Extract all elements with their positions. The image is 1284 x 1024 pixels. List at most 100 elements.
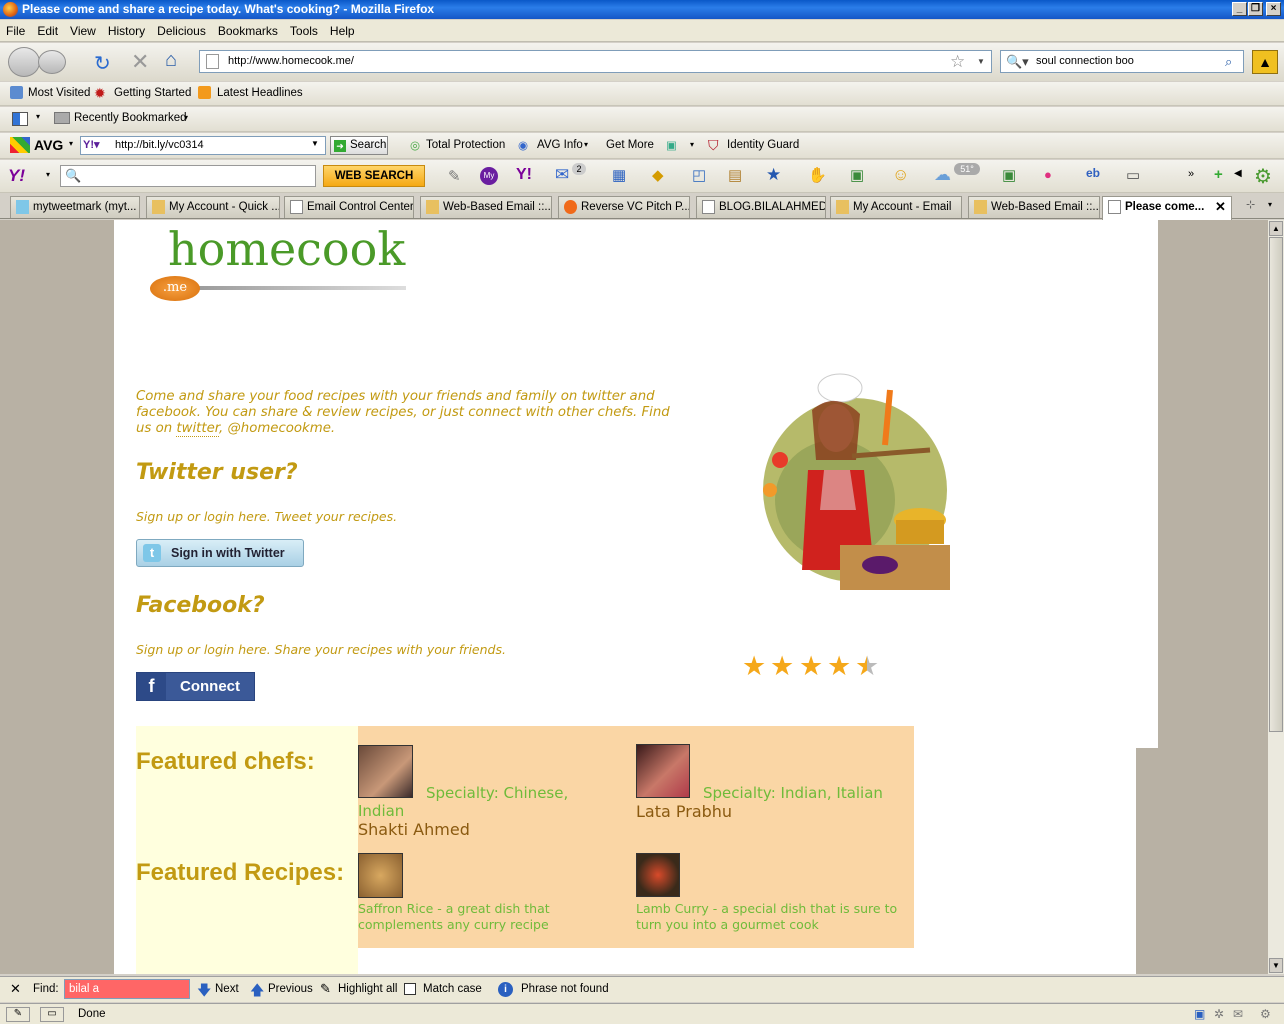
close-find-icon[interactable]: ✕ [10,981,21,997]
tab-web-based-email-2[interactable]: Web-Based Email ::... [968,196,1100,218]
find-next-button[interactable]: Next [215,983,239,995]
tab-email-control-center[interactable]: Email Control Center [284,196,414,218]
scroll-thumb[interactable] [1269,237,1283,732]
forward-button[interactable] [38,50,66,74]
minimize-button[interactable]: _ [1232,2,1247,16]
recipe-lamb-curry[interactable]: Lamb Curry - a special dish that is sure… [636,901,906,933]
menu-tools[interactable]: Tools [284,20,324,38]
home-icon[interactable]: ⌂ [165,49,177,72]
yahoo-menu-dropdown-icon[interactable]: ▾ [46,170,50,179]
avg-info[interactable]: AVG Info [537,139,583,151]
restore-button[interactable]: ❐ [1248,2,1263,16]
status-mail-icon[interactable]: ✉ [1233,1007,1243,1021]
avg-search-button[interactable]: ➜ Search [330,136,388,155]
yahoo-y-icon[interactable]: Y! [516,166,532,184]
chef-name-shakti[interactable]: Shakti Ahmed [358,820,470,839]
chef-photo-lata[interactable] [636,744,690,798]
handshake-icon[interactable]: ✋ [808,166,827,184]
match-case-checkbox[interactable] [404,983,416,995]
recipe-photo-saffron-rice[interactable] [358,853,403,898]
delicious-dropdown-icon[interactable]: ▾ [36,112,40,121]
ebay-icon[interactable]: eb [1086,166,1100,180]
avg-tools-icon[interactable]: ▣ [666,138,677,152]
menu-edit[interactable]: Edit [31,20,64,38]
recently-bookmarked[interactable]: Recently Bookmarked [74,112,187,124]
homecook-logo-text[interactable]: homecook [168,222,405,276]
settings-gear-icon[interactable]: ⚙ [1254,164,1272,189]
sign-in-with-twitter-button[interactable]: t Sign in with Twitter [136,539,304,567]
star-5-half[interactable]: ★ [855,653,879,680]
tab-list-dropdown-icon[interactable]: ▾ [1268,200,1272,209]
star-3[interactable]: ★ [799,653,823,680]
search-go-icon[interactable]: ⌕ [1225,51,1232,72]
bookmark-most-visited[interactable]: Most Visited [28,87,90,99]
avg-total-protection[interactable]: Total Protection [426,139,505,151]
twitter-link[interactable]: twitter [176,421,220,437]
flickr-icon[interactable]: ● [1044,167,1052,182]
highlight-all-button[interactable]: Highlight all [338,983,397,995]
tab-my-account-quick[interactable]: My Account - Quick ... [146,196,280,218]
menu-delicious[interactable]: Delicious [151,20,212,38]
find-previous-button[interactable]: Previous [268,983,313,995]
tab-scroll-icon[interactable]: ⊹ [1246,198,1255,211]
status-layout-icon[interactable]: ▭ [40,1007,64,1022]
recipe-photo-lamb-curry[interactable] [636,853,680,897]
yahoo-logo[interactable]: Y! [8,166,25,186]
addon-icon[interactable]: ▲ [1252,50,1278,74]
scroll-left-icon[interactable]: ◀ [1234,168,1242,179]
close-window-button[interactable]: × [1266,2,1281,16]
delicious-icon[interactable] [12,112,28,126]
star-2[interactable]: ★ [770,653,794,680]
stop-icon[interactable]: ✕ [131,49,149,75]
yahoo-search-input[interactable]: 🔍 [60,165,316,187]
facebook-connect-button[interactable]: f Connect [136,672,255,701]
toolbar-overflow-icon[interactable]: » [1188,168,1194,180]
status-resize-icon[interactable]: ⚙ [1260,1007,1271,1021]
tab-mytweetmark[interactable]: mytweetmark (myt... [10,196,140,218]
mail-icon[interactable]: ✉ [555,165,569,185]
avg-search-dropdown-icon[interactable]: ▼ [311,139,319,148]
avg-identity-guard[interactable]: Identity Guard [727,139,799,151]
tab-my-account-email[interactable]: My Account - Email [830,196,962,218]
status-delicious-icon[interactable]: ✎ [6,1007,30,1022]
back-button[interactable] [8,47,40,77]
search-input[interactable]: 🔍▾ soul connection boo ⌕ [1000,50,1244,73]
star-1[interactable]: ★ [742,653,766,680]
bookmark-getting-started[interactable]: Getting Started [114,87,191,99]
menu-history[interactable]: History [102,20,151,38]
avg-get-more[interactable]: Get More [606,139,654,151]
vertical-scrollbar[interactable]: ▲ ▼ [1268,220,1284,974]
find-input[interactable]: bilal a [64,979,190,999]
tab-reverse-vc-pitch[interactable]: Reverse VC Pitch P... [558,196,690,218]
weather-cloud-icon[interactable]: ☁ [934,165,951,185]
avg-menu-dropdown-icon[interactable]: ▾ [69,139,73,148]
yahoo-web-search-button[interactable]: WEB SEARCH [323,165,425,187]
bookmark-latest-headlines[interactable]: Latest Headlines [217,87,303,99]
url-dropdown-icon[interactable]: ▼ [977,51,985,72]
menu-bookmarks[interactable]: Bookmarks [212,20,284,38]
status-addon-icon[interactable]: ✲ [1214,1007,1224,1021]
scroll-up-icon[interactable]: ▲ [1269,221,1283,236]
avg-tools-dropdown-icon[interactable]: ▾ [690,140,694,149]
stocks-icon[interactable]: ▣ [1002,166,1016,184]
tab-web-based-email-1[interactable]: Web-Based Email ::... [420,196,552,218]
reload-icon[interactable]: ↻ [94,51,111,76]
recently-bookmarked-dropdown-icon[interactable]: ▾ [184,113,188,122]
favorites-star-icon[interactable]: ★ [766,165,781,185]
search-engine-icon[interactable]: 🔍▾ [1006,51,1029,72]
star-4[interactable]: ★ [827,653,851,680]
news-icon[interactable]: ◰ [692,166,706,184]
yahoo-pencil-icon[interactable]: ✎ [448,167,461,185]
games-icon[interactable]: ◆ [652,166,664,184]
recipe-saffron-rice[interactable]: Saffron Rice - a great dish that complem… [358,901,608,933]
my-yahoo-icon[interactable]: My [480,167,498,185]
scroll-down-icon[interactable]: ▼ [1269,958,1283,973]
menu-file[interactable]: File [0,20,31,38]
close-tab-icon[interactable]: ✕ [1215,197,1226,217]
add-button-icon[interactable]: + [1214,166,1223,183]
tab-homecook-active[interactable]: Please come... ✕ [1102,196,1232,220]
status-network-icon[interactable]: ▣ [1194,1007,1205,1021]
url-bar[interactable]: http://www.homecook.me/ ☆ ▼ [199,50,992,73]
yahoo-small-icon[interactable]: Y!▾ [83,138,100,151]
menu-view[interactable]: View [64,20,102,38]
